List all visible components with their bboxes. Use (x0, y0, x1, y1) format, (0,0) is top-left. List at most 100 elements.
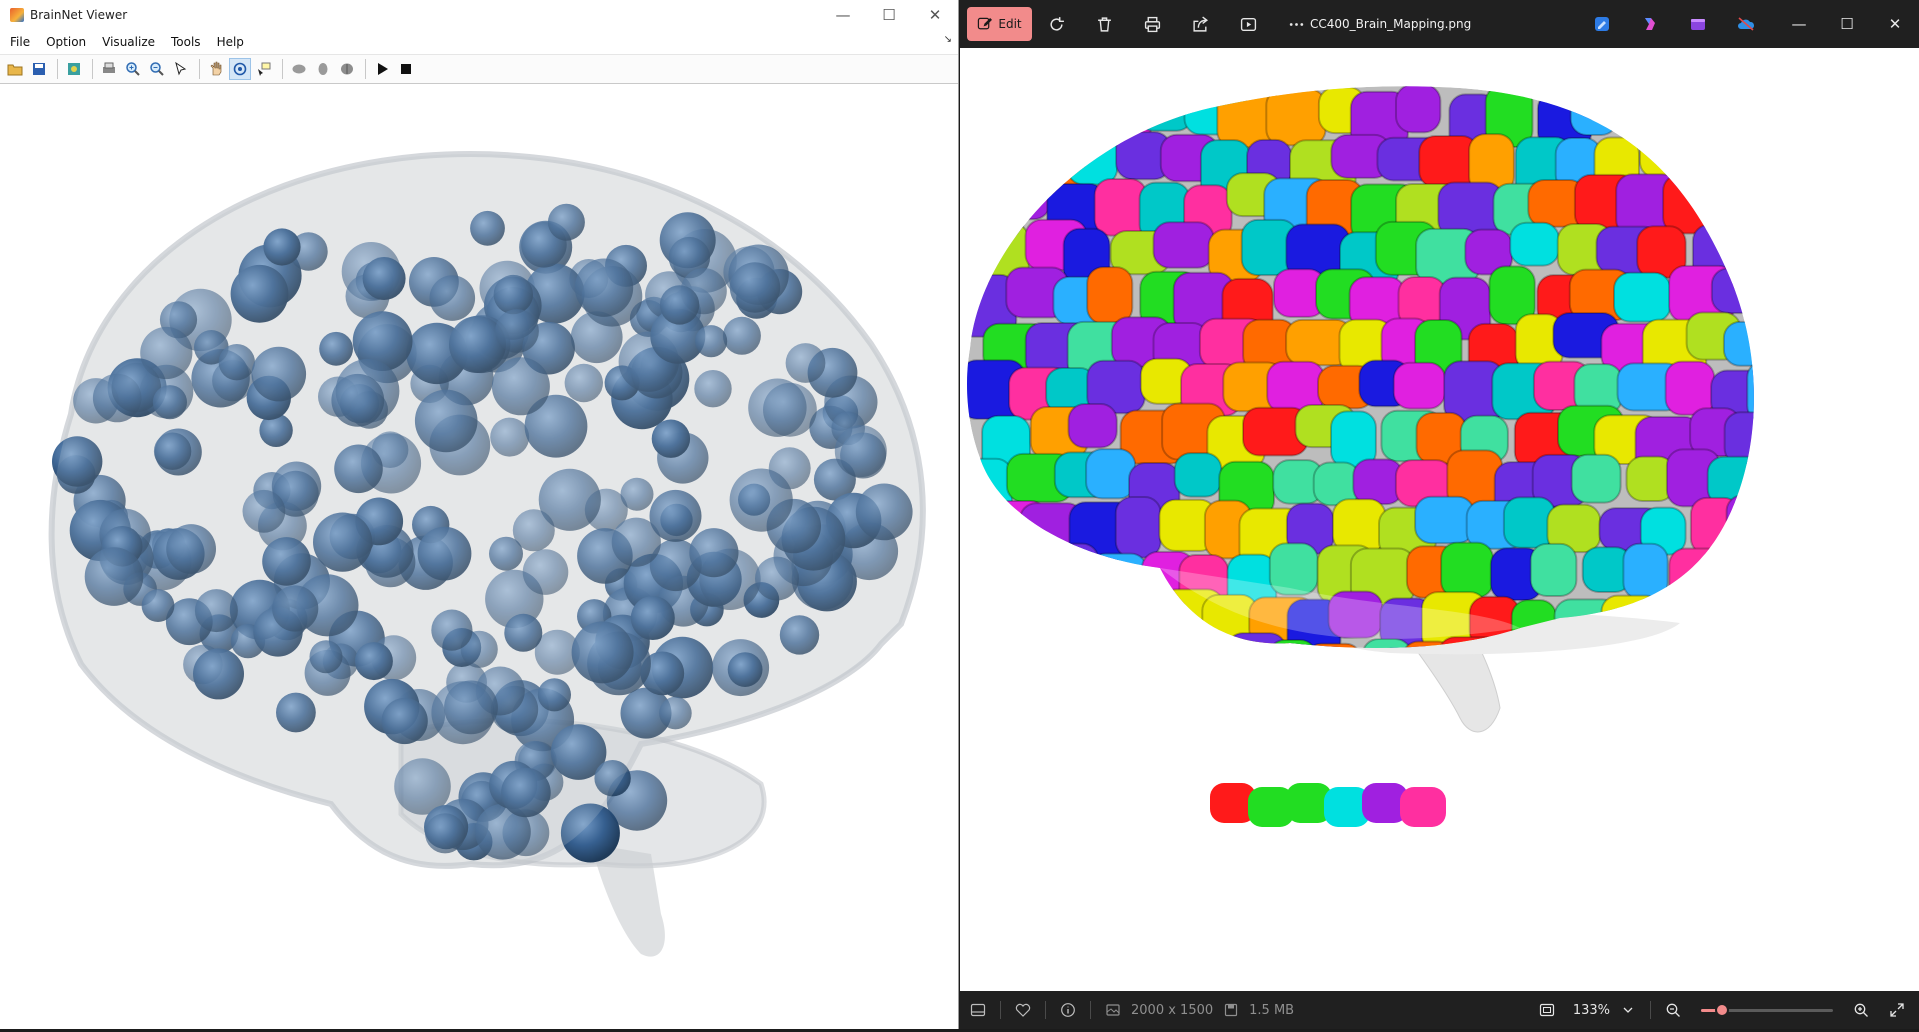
brain-surface-overlay (51, 154, 923, 866)
dock-icon[interactable]: ↘ (944, 34, 952, 45)
brainnet-maximize-button[interactable]: ☐ (866, 0, 912, 30)
file-size: 1.5 MB (1249, 1002, 1295, 1018)
photos-window: Edit CC400_Brain_Mapping.png — ☐ ✕ 2000 … (960, 0, 1919, 1029)
brain-parcel (1710, 267, 1754, 315)
brain-parcel (1392, 361, 1447, 410)
brain-parcel (1400, 787, 1446, 827)
brain-parcel (1529, 542, 1578, 597)
brain-parcel (1086, 266, 1134, 325)
full-view-icon[interactable] (336, 58, 358, 80)
brain-parcel (1067, 403, 1118, 449)
brain-parcel (1066, 133, 1119, 186)
brain-parcel (1048, 639, 1114, 649)
brain-parcel (967, 548, 1020, 603)
edit-button[interactable]: Edit (967, 7, 1032, 41)
menu-help[interactable]: Help (209, 35, 252, 49)
zoom-slider-thumb[interactable] (1715, 1002, 1730, 1017)
brain-parcel (1267, 639, 1318, 649)
statusbar-divider (1650, 1001, 1651, 1019)
brain-parcel (1395, 86, 1442, 134)
photos-close-button[interactable]: ✕ (1871, 0, 1919, 48)
brain-parcel (1006, 542, 1075, 606)
print-icon[interactable] (98, 58, 120, 80)
rotate-icon[interactable] (1032, 0, 1080, 48)
brainnet-window: BrainNet Viewer — ☐ ✕ File Option Visual… (0, 0, 959, 1029)
menu-tools[interactable]: Tools (163, 35, 209, 49)
cc400-brain-image (967, 86, 1841, 827)
save-icon[interactable] (28, 58, 50, 80)
chevron-down-icon[interactable] (1610, 991, 1646, 1029)
menu-option[interactable]: Option (38, 35, 94, 49)
brain-parcel (1779, 318, 1841, 369)
fullscreen-icon[interactable] (1879, 991, 1915, 1029)
brain-parcel (1046, 542, 1100, 592)
load-icon[interactable] (63, 58, 85, 80)
brain-parcel (1031, 587, 1088, 649)
play-icon[interactable] (371, 58, 393, 80)
fit-to-window-icon[interactable] (1529, 991, 1565, 1029)
brain-parcel (1076, 590, 1140, 637)
info-icon[interactable] (1050, 991, 1086, 1029)
brain-parcel (1114, 586, 1173, 647)
print-icon[interactable] (1128, 0, 1176, 48)
brain-parcel (1686, 127, 1736, 174)
clipchamp-icon[interactable] (1674, 0, 1722, 48)
slideshow-icon[interactable] (1224, 0, 1272, 48)
menu-file[interactable]: File (2, 35, 38, 49)
zoom-in-icon[interactable] (122, 58, 144, 80)
lateral-view-icon[interactable] (288, 58, 310, 80)
filmstrip-icon[interactable] (960, 991, 996, 1029)
copilot-icon[interactable] (1626, 0, 1674, 48)
brainnet-titlebar: BrainNet Viewer — ☐ ✕ (0, 0, 958, 30)
brain-parcel (1746, 360, 1754, 423)
zoom-level[interactable]: 133% (1573, 1003, 1610, 1018)
statusbar-divider (1090, 1001, 1091, 1019)
brain-parcel (1569, 87, 1619, 136)
brain-parcel (1179, 642, 1228, 649)
zoom-slider[interactable] (1701, 1002, 1833, 1017)
dimensions-icon (1095, 991, 1131, 1029)
brain-parcel (967, 457, 1014, 518)
brain-parcel (996, 86, 1045, 148)
onedrive-icon[interactable] (1722, 0, 1770, 48)
select-icon[interactable] (170, 58, 192, 80)
favorite-icon[interactable] (1005, 991, 1041, 1029)
next-image-preview (1210, 783, 1446, 827)
brainnet-toolbar (0, 55, 958, 84)
zoom-in-icon[interactable] (1843, 991, 1879, 1029)
brain-parcel (967, 86, 1015, 130)
share-icon[interactable] (1176, 0, 1224, 48)
brain-parcel (1152, 221, 1215, 269)
photos-statusbar: 2000 x 1500 1.5 MB 133% (960, 991, 1919, 1029)
photos-minimize-button[interactable]: — (1775, 0, 1823, 48)
stop-icon[interactable] (395, 58, 417, 80)
brain-parcel (985, 139, 1050, 188)
data-cursor-icon[interactable] (253, 58, 275, 80)
toolbar-divider (199, 59, 200, 79)
medial-view-icon[interactable] (312, 58, 334, 80)
zoom-controls: 133% (1529, 991, 1919, 1029)
photos-toolbar: Edit CC400_Brain_Mapping.png — ☐ ✕ (960, 0, 1919, 48)
brain-parcel (1752, 273, 1754, 322)
rotate-icon[interactable] (229, 58, 251, 80)
brainnet-close-button[interactable]: ✕ (912, 0, 958, 30)
image-viewer[interactable] (960, 48, 1919, 991)
brain-parcel (967, 639, 1006, 649)
brain-parcel (1702, 86, 1754, 139)
brain-parcel (1746, 541, 1754, 604)
brainnet-minimize-button[interactable]: — (820, 0, 866, 30)
toolbar-divider (365, 59, 366, 79)
photos-maximize-button[interactable]: ☐ (1823, 0, 1871, 48)
brain-node-render (48, 151, 926, 957)
brain-parcel (1440, 541, 1495, 599)
open-icon[interactable] (4, 58, 26, 80)
designer-icon[interactable] (1578, 0, 1626, 48)
brain-parcel (1638, 134, 1698, 179)
brain-parcel (1621, 86, 1673, 136)
pan-icon[interactable] (205, 58, 227, 80)
zoom-out-icon[interactable] (146, 58, 168, 80)
delete-icon[interactable] (1080, 0, 1128, 48)
menu-visualize[interactable]: Visualize (94, 35, 163, 49)
zoom-out-icon[interactable] (1655, 991, 1691, 1029)
brainnet-3d-view[interactable] (1, 84, 957, 1028)
